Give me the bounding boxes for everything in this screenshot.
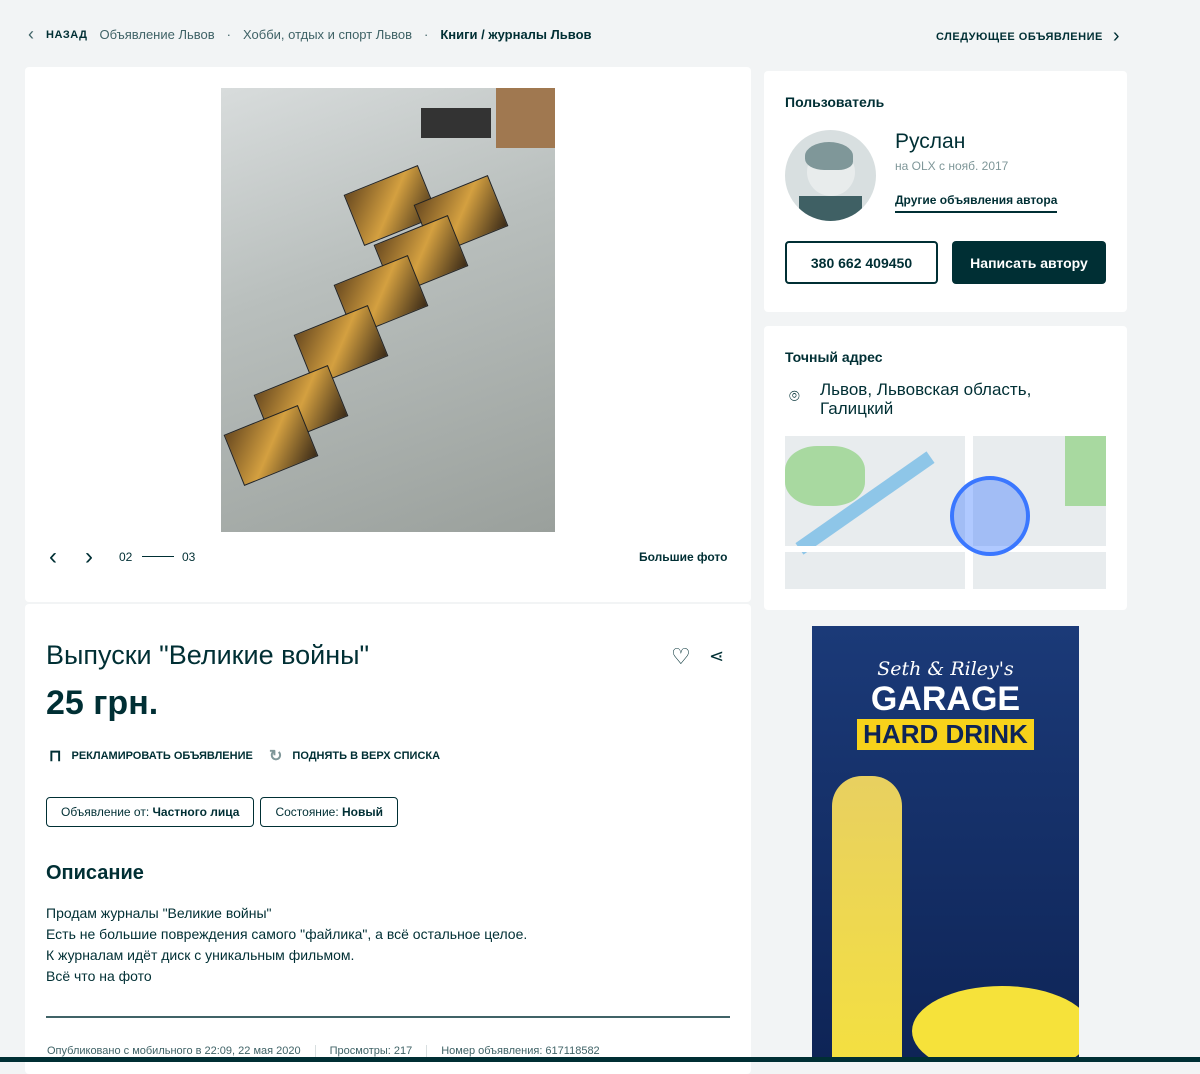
banner-product: HARD DRINK — [857, 719, 1034, 750]
next-ad-label: СЛЕДУЮЩЕЕ ОБЪЯВЛЕНИЕ — [935, 30, 1103, 43]
map-area-circle — [950, 476, 1030, 556]
tag-label: Объявление от: — [61, 805, 153, 819]
ad-title: Выпуски "Великие войны" — [46, 640, 370, 670]
ad-footer: Опубликовано с мобильного в 22:09, 22 ма… — [33, 1045, 614, 1057]
user-card: Пользователь Руслан на OLX с нояб. 2017 … — [764, 71, 1127, 312]
location-pin-icon: ⌾ — [789, 386, 800, 406]
description-heading: Описание — [46, 862, 144, 884]
raise-label: ПОДНЯТЬ В ВЕРХ СПИСКА — [292, 750, 441, 762]
favorite-heart-icon[interactable]: ♡ — [671, 644, 691, 670]
ad-price: 25 грн. — [46, 684, 159, 722]
bottom-bar — [0, 1057, 1200, 1062]
description-line: Есть не большие повреждения самого "файл… — [46, 926, 528, 942]
tag-condition[interactable]: Состояние: Новый — [260, 797, 398, 827]
photo-total: 03 — [182, 550, 196, 564]
user-heading: Пользователь — [785, 94, 885, 110]
back-link[interactable]: НАЗАД — [46, 29, 87, 41]
map[interactable] — [785, 436, 1106, 589]
tags: Объявление от: Частного лица Состояние: Н… — [46, 797, 404, 827]
chevron-left-icon[interactable]: ‹ — [28, 24, 34, 45]
description-line: Продам журналы "Великие войны" — [46, 905, 272, 921]
gallery-card: ‹ › 02 03 Большие фото — [25, 67, 751, 602]
breadcrumb-item[interactable]: Объявление Львов — [99, 27, 214, 42]
banner-brand: GARAGE — [870, 680, 1021, 718]
breadcrumb-item[interactable]: Книги / журналы Львов — [440, 27, 591, 42]
raise-button[interactable]: ↻ ПОДНЯТЬ В ВЕРХ СПИСКА — [269, 746, 440, 766]
banner-brand-top: Seth & Riley's — [877, 658, 1014, 680]
breadcrumb-item[interactable]: Хобби, отдых и спорт Львов — [243, 27, 412, 42]
next-ad-link[interactable]: СЛЕДУЮЩЕЕ ОБЪЯВЛЕНИЕ › — [936, 25, 1120, 48]
progress-line — [142, 556, 174, 557]
published: Опубликовано с мобильного в 22:09, 22 ма… — [33, 1045, 316, 1057]
tag-seller[interactable]: Объявление от: Частного лица — [46, 797, 255, 827]
write-author-button[interactable]: Написать автору — [952, 241, 1106, 284]
description-line: К журналам идёт диск с уникальным фильмо… — [46, 947, 355, 963]
tag-value: Частного лица — [152, 805, 240, 819]
big-photos-link[interactable]: Большие фото — [639, 550, 727, 564]
bookmark-icon: ⊓ — [49, 748, 62, 765]
address-card: Точный адрес ⌾ Львов, Львовская область,… — [764, 326, 1127, 610]
breadcrumb: ‹ НАЗАД Объявление Львов · Хобби, отдых и… — [28, 24, 592, 45]
user-name: Руслан — [895, 130, 966, 153]
chevron-right-icon: › — [1112, 25, 1120, 47]
tag-value: Новый — [341, 805, 383, 819]
prev-photo-icon[interactable]: ‹ — [49, 543, 57, 571]
divider — [46, 1016, 730, 1018]
promote-label: РЕКЛАМИРОВАТЬ ОБЪЯВЛЕНИЕ — [71, 750, 253, 762]
ad-banner[interactable]: Seth & Riley's GARAGE HARD DRINK — [812, 626, 1079, 1062]
address-text: Львов, Львовская область, Галицкий — [820, 380, 1032, 418]
tag-label: Состояние: — [275, 805, 342, 819]
refresh-icon: ↻ — [269, 748, 283, 765]
photo-current: 02 — [119, 550, 133, 564]
next-photo-icon[interactable]: › — [85, 543, 93, 571]
other-ads-link[interactable]: Другие объявления автора — [895, 193, 1058, 213]
ad-photo[interactable] — [221, 88, 555, 532]
views: Просмотры: 217 — [316, 1045, 428, 1057]
address-heading: Точный адрес — [785, 349, 883, 365]
ad-number: Номер объявления: 617118582 — [441, 1045, 600, 1057]
description-line: Всё что на фото — [46, 968, 152, 984]
phone-button[interactable]: 380 662 409450 — [785, 241, 938, 284]
promote-button[interactable]: ⊓ РЕКЛАМИРОВАТЬ ОБЪЯВЛЕНИЕ — [49, 746, 253, 766]
description: Продам журналы "Великие войны" Есть не б… — [46, 903, 527, 987]
ad-card: Выпуски "Великие войны" ♡ ⋖ 25 грн. ⊓ РЕК… — [25, 604, 751, 1074]
share-icon[interactable]: ⋖ — [709, 646, 724, 667]
user-since: на OLX с нояб. 2017 — [895, 159, 1009, 173]
avatar — [785, 130, 876, 221]
